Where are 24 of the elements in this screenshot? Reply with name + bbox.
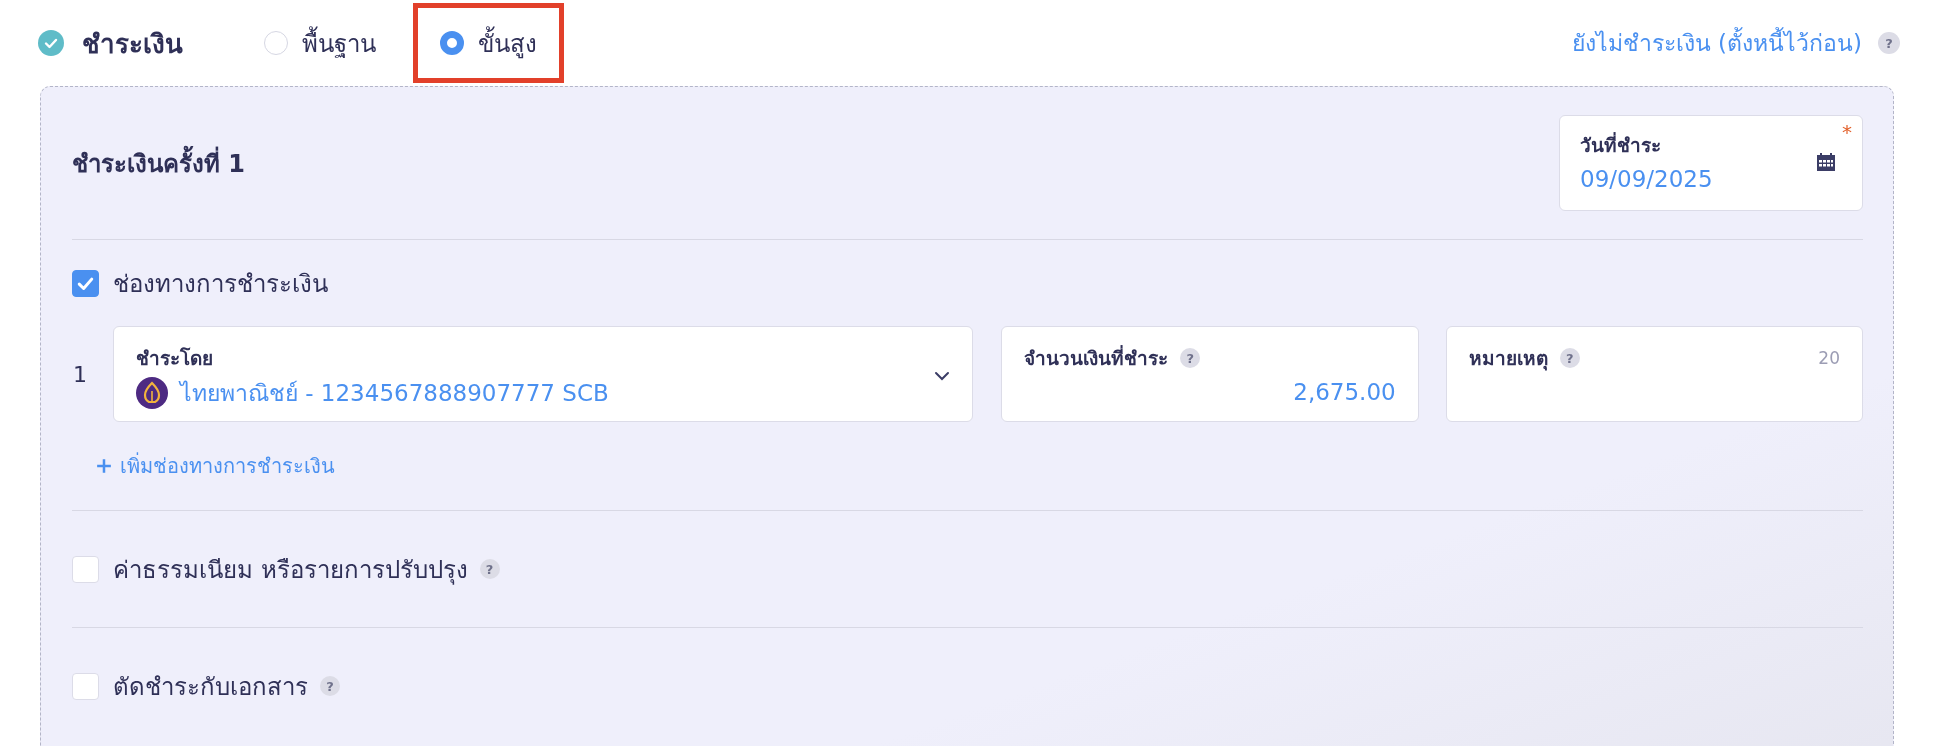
section-title: ชำระเงิน — [82, 27, 183, 61]
radio-label[interactable]: พื้นฐาน — [302, 23, 376, 63]
note-field[interactable]: หมายเหตุ ? 20 — [1445, 326, 1863, 422]
checkbox-label[interactable]: ตัดชำระกับเอกสาร — [113, 666, 308, 706]
required-mark: * — [1842, 120, 1852, 144]
date-field[interactable]: วันที่ชำระ 09/09/2025 * — [1559, 115, 1863, 211]
help-icon[interactable]: ? — [1180, 348, 1201, 368]
row-number: 1 — [72, 360, 88, 389]
bank-logo-icon — [135, 377, 168, 409]
radio-button[interactable] — [440, 31, 464, 55]
amount-field[interactable]: จำนวนเงินที่ชำระ ? 2,675.00 — [1001, 326, 1419, 422]
checkbox-label[interactable]: ช่องทางการชำระเงิน — [113, 263, 328, 303]
plus-icon — [96, 458, 112, 474]
radio-label[interactable]: ขั้นสูง — [478, 23, 537, 63]
checkbox-label[interactable]: ค่าธรรมเนียม หรือรายการปรับปรุง — [113, 549, 468, 589]
checkbox[interactable] — [72, 269, 99, 297]
calendar-icon[interactable] — [1816, 152, 1836, 172]
help-icon[interactable]: ? — [1559, 348, 1580, 368]
help-icon[interactable]: ? — [1878, 32, 1900, 54]
help-icon[interactable]: ? — [479, 559, 500, 579]
pay-by-dropdown[interactable]: ชำระโดย ไทยพาณิชย์ - 1234567888907777 SCB — [112, 326, 974, 422]
payment-title: ชำระเงินครั้งที่ 1 — [72, 143, 246, 183]
chevron-down-icon — [934, 371, 951, 381]
help-icon[interactable]: ? — [320, 676, 340, 696]
